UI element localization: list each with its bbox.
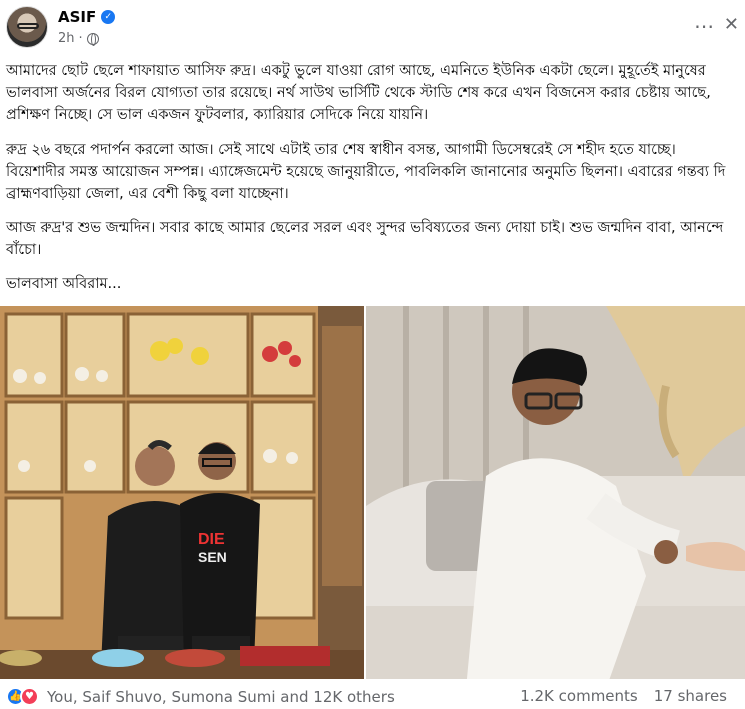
photo-grid: DIE SEN <box>0 306 745 679</box>
post-paragraph-3: আজ রুদ্র'র শুভ জন্মদিন। সবার কাছে আমার ছ… <box>6 220 724 258</box>
author-row: ASIF ✓ <box>58 8 116 26</box>
post-header: ASIF ✓ 2h · ⋯ ✕ <box>0 0 745 56</box>
more-options-icon[interactable]: ⋯ <box>694 14 715 38</box>
love-reaction-icon: ♥ <box>20 687 39 706</box>
reactions-summary[interactable]: 👍 ♥ You, Saif Shuvo, Sumona Sumi and 12K… <box>6 687 395 706</box>
svg-text:SEN: SEN <box>198 549 227 565</box>
author-avatar[interactable] <box>6 6 48 48</box>
photo-engagement[interactable] <box>366 306 745 679</box>
meta-separator: · <box>78 31 83 46</box>
reaction-names[interactable]: You, Saif Shuvo, Sumona Sumi and 12K oth… <box>47 688 395 706</box>
globe-icon[interactable] <box>86 32 99 46</box>
post-body: আমাদের ছোট ছেলে শাফায়াত আসিফ রুদ্র। একট… <box>6 60 736 307</box>
shirt-text-1: DIE <box>198 531 225 548</box>
post-paragraph-2: রুদ্র ২৬ বছরে পদার্পন করলো আজ। সেই সাথে … <box>6 142 726 202</box>
post-paragraph-1: আমাদের ছোট ছেলে শাফায়াত আসিফ রুদ্র। একট… <box>6 63 711 123</box>
photo-right-illustration <box>366 306 745 679</box>
post-meta: 2h · <box>58 31 99 46</box>
author-name[interactable]: ASIF <box>58 8 96 26</box>
photo-father-son[interactable]: DIE SEN <box>0 306 364 679</box>
shares-count[interactable]: 17 shares <box>654 687 727 705</box>
post-stats: 1.2K comments 17 shares <box>520 687 727 705</box>
photo-left-illustration: DIE SEN <box>0 306 364 679</box>
svg-text:DIE: DIE <box>198 531 225 548</box>
verified-badge-icon: ✓ <box>101 10 116 24</box>
post-time[interactable]: 2h <box>58 31 75 46</box>
close-icon[interactable]: ✕ <box>724 14 739 35</box>
post-footer: 👍 ♥ You, Saif Shuvo, Sumona Sumi and 12K… <box>0 684 745 709</box>
comments-count[interactable]: 1.2K comments <box>520 687 638 705</box>
post-paragraph-4: ভালবাসা অবিরাম... <box>6 276 122 292</box>
shirt-text-2: SEN <box>198 549 227 565</box>
